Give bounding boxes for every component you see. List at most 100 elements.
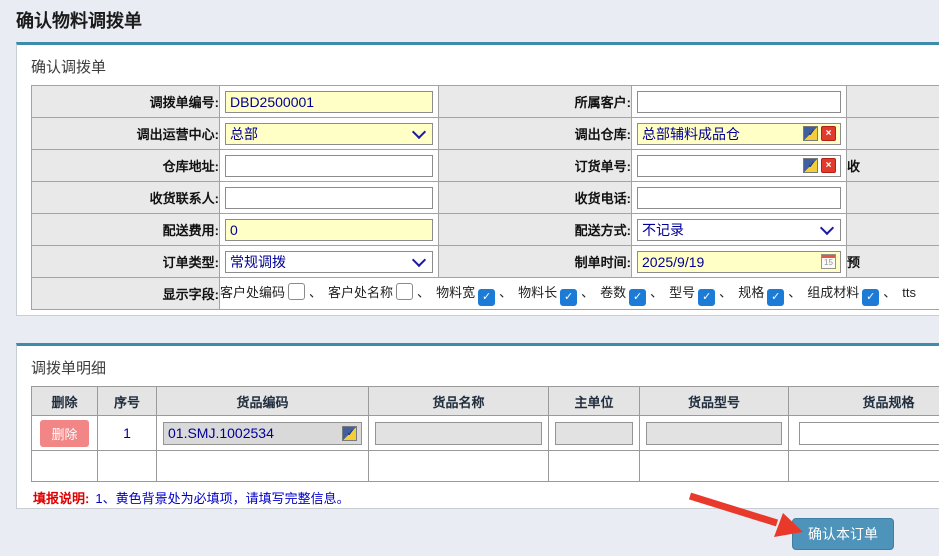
detail-panel: 调拨单明细 删除序号货品编码货品名称主单位货品型号货品规格 删除 1 01.SM… xyxy=(16,343,939,509)
display-fields: 客户处编码、客户处名称、物料宽✓、物料长✓、卷数✓、型号✓、规格✓、组成材料✓、… xyxy=(220,278,939,310)
out-center-select[interactable]: 总部 xyxy=(225,123,433,145)
detail-column-header: 序号 xyxy=(98,387,157,416)
row-seq: 1 xyxy=(98,416,157,451)
clear-icon[interactable]: × xyxy=(821,126,836,141)
detail-row: 删除 1 01.SMJ.1002534 ✓ xyxy=(32,416,939,451)
receiver-label: 收货联系人: xyxy=(32,182,220,214)
form-row: 调出运营中心: 总部 调出仓库: 总部辅料成品仓 ✓ × xyxy=(32,118,939,150)
item-spec-input[interactable] xyxy=(799,422,939,445)
detail-column-header: 货品编码 xyxy=(157,387,369,416)
create-time-label: 制单时间: xyxy=(439,246,632,278)
out-warehouse-picker[interactable]: 总部辅料成品仓 ✓ × xyxy=(637,123,841,145)
detail-empty-row xyxy=(32,451,939,482)
form-row: 收货联系人: 收货电话: xyxy=(32,182,939,214)
display-field-item: 客户处编码、 xyxy=(220,285,328,300)
extra-cell: 预 xyxy=(847,246,939,278)
extra-cell xyxy=(847,182,939,214)
fill-note-text: 1、黄色背景处为必填项，请填写完整信息。 xyxy=(95,491,349,506)
create-time-input[interactable]: 2025/9/19 15 xyxy=(637,251,841,273)
display-fields-label: 显示字段: xyxy=(32,278,220,310)
display-field-label: 物料宽 xyxy=(436,285,475,300)
delivery-fee-input[interactable]: 0 xyxy=(225,219,433,241)
display-field-label: 客户处名称 xyxy=(328,285,393,300)
form-row: 订单类型: 常规调拨 制单时间: 2025/9/19 15 预 xyxy=(32,246,939,278)
fill-note-label: 填报说明: xyxy=(33,491,89,506)
display-field-item: 组成材料✓、 xyxy=(807,285,902,300)
receiver-phone-input[interactable] xyxy=(637,187,841,209)
extra-cell: 收 xyxy=(847,150,939,182)
display-field-label: 组成材料 xyxy=(807,285,859,300)
display-field-checkbox[interactable] xyxy=(288,283,305,300)
chevron-down-icon xyxy=(412,124,426,138)
detail-column-header: 货品型号 xyxy=(640,387,789,416)
transfer-no-input[interactable]: DBD2500001 xyxy=(225,91,433,113)
display-field-checkbox[interactable]: ✓ xyxy=(698,289,715,306)
display-field-item: 物料长✓、 xyxy=(518,285,600,300)
out-warehouse-label: 调出仓库: xyxy=(439,118,632,150)
order-no-picker[interactable]: ✓ × xyxy=(637,155,841,177)
order-panel-title: 确认调拨单 xyxy=(31,56,939,77)
separator: 、 xyxy=(788,285,801,300)
extra-cell xyxy=(847,118,939,150)
receiver-input[interactable] xyxy=(225,187,433,209)
transfer-no-label: 调拨单编号: xyxy=(32,86,220,118)
separator: 、 xyxy=(499,285,512,300)
calendar-icon[interactable]: 15 xyxy=(821,254,836,269)
display-field-label: 规格 xyxy=(738,285,764,300)
fill-note: 填报说明: 1、黄色背景处为必填项，请填写完整信息。 xyxy=(33,488,939,507)
extra-cell xyxy=(847,214,939,246)
display-field-label: 物料长 xyxy=(518,285,557,300)
item-unit-input xyxy=(555,422,633,445)
form-row: 调拨单编号: DBD2500001 所属客户: xyxy=(32,86,939,118)
separator: 、 xyxy=(309,285,322,300)
display-field-item: 规格✓、 xyxy=(738,285,807,300)
separator: 、 xyxy=(883,285,896,300)
detail-column-header: 主单位 xyxy=(549,387,640,416)
order-type-label: 订单类型: xyxy=(32,246,220,278)
lookup-icon[interactable]: ✓ xyxy=(803,158,818,173)
extra-cell xyxy=(847,86,939,118)
delivery-fee-label: 配送费用: xyxy=(32,214,220,246)
display-field-checkbox[interactable]: ✓ xyxy=(629,289,646,306)
item-model-input xyxy=(646,422,782,445)
detail-column-header: 货品规格 xyxy=(789,387,939,416)
lookup-icon[interactable]: ✓ xyxy=(803,126,818,141)
display-fields-row: 显示字段: 客户处编码、客户处名称、物料宽✓、物料长✓、卷数✓、型号✓、规格✓、… xyxy=(32,278,939,310)
delete-row-button[interactable]: 删除 xyxy=(40,420,88,447)
order-panel: 确认调拨单 调拨单编号: DBD2500001 所属客户: 调出运营中心: 总部… xyxy=(16,42,939,316)
chevron-down-icon xyxy=(412,252,426,266)
separator: 、 xyxy=(581,285,594,300)
display-field-checkbox[interactable]: ✓ xyxy=(767,289,784,306)
warehouse-addr-label: 仓库地址: xyxy=(32,150,220,182)
item-name-input xyxy=(375,422,542,445)
display-field-checkbox[interactable] xyxy=(396,283,413,300)
order-type-select[interactable]: 常规调拨 xyxy=(225,251,433,273)
confirm-order-button[interactable]: 确认本订单 xyxy=(792,518,894,550)
display-field-checkbox[interactable]: ✓ xyxy=(862,289,879,306)
detail-table: 删除序号货品编码货品名称主单位货品型号货品规格 删除 1 01.SMJ.1002… xyxy=(31,386,939,482)
display-field-item: tts xyxy=(902,285,916,300)
form-row: 仓库地址: 订货单号: ✓ × 收 xyxy=(32,150,939,182)
display-field-checkbox[interactable]: ✓ xyxy=(560,289,577,306)
page-title: 确认物料调拨单 xyxy=(16,7,142,33)
display-field-item: 客户处名称 、 xyxy=(328,285,436,300)
display-field-item: 型号✓、 xyxy=(669,285,738,300)
display-field-checkbox[interactable]: ✓ xyxy=(478,289,495,306)
display-field-label: 卷数 xyxy=(600,285,626,300)
clear-icon[interactable]: × xyxy=(821,158,836,173)
separator: 、 xyxy=(417,285,430,300)
warehouse-addr-input[interactable] xyxy=(225,155,433,177)
lookup-icon[interactable]: ✓ xyxy=(342,426,357,441)
delivery-method-select[interactable]: 不记录 xyxy=(637,219,841,241)
display-field-item: 物料宽✓、 xyxy=(436,285,518,300)
detail-column-header: 货品名称 xyxy=(369,387,549,416)
item-code-picker[interactable]: 01.SMJ.1002534 ✓ xyxy=(163,422,362,445)
detail-column-header: 删除 xyxy=(32,387,98,416)
customer-input[interactable] xyxy=(637,91,841,113)
separator: 、 xyxy=(719,285,732,300)
display-field-item: 卷数✓、 xyxy=(600,285,669,300)
out-center-label: 调出运营中心: xyxy=(32,118,220,150)
order-form-table: 调拨单编号: DBD2500001 所属客户: 调出运营中心: 总部 调出仓库:… xyxy=(31,85,939,310)
display-field-label: tts xyxy=(902,285,916,300)
customer-label: 所属客户: xyxy=(439,86,632,118)
